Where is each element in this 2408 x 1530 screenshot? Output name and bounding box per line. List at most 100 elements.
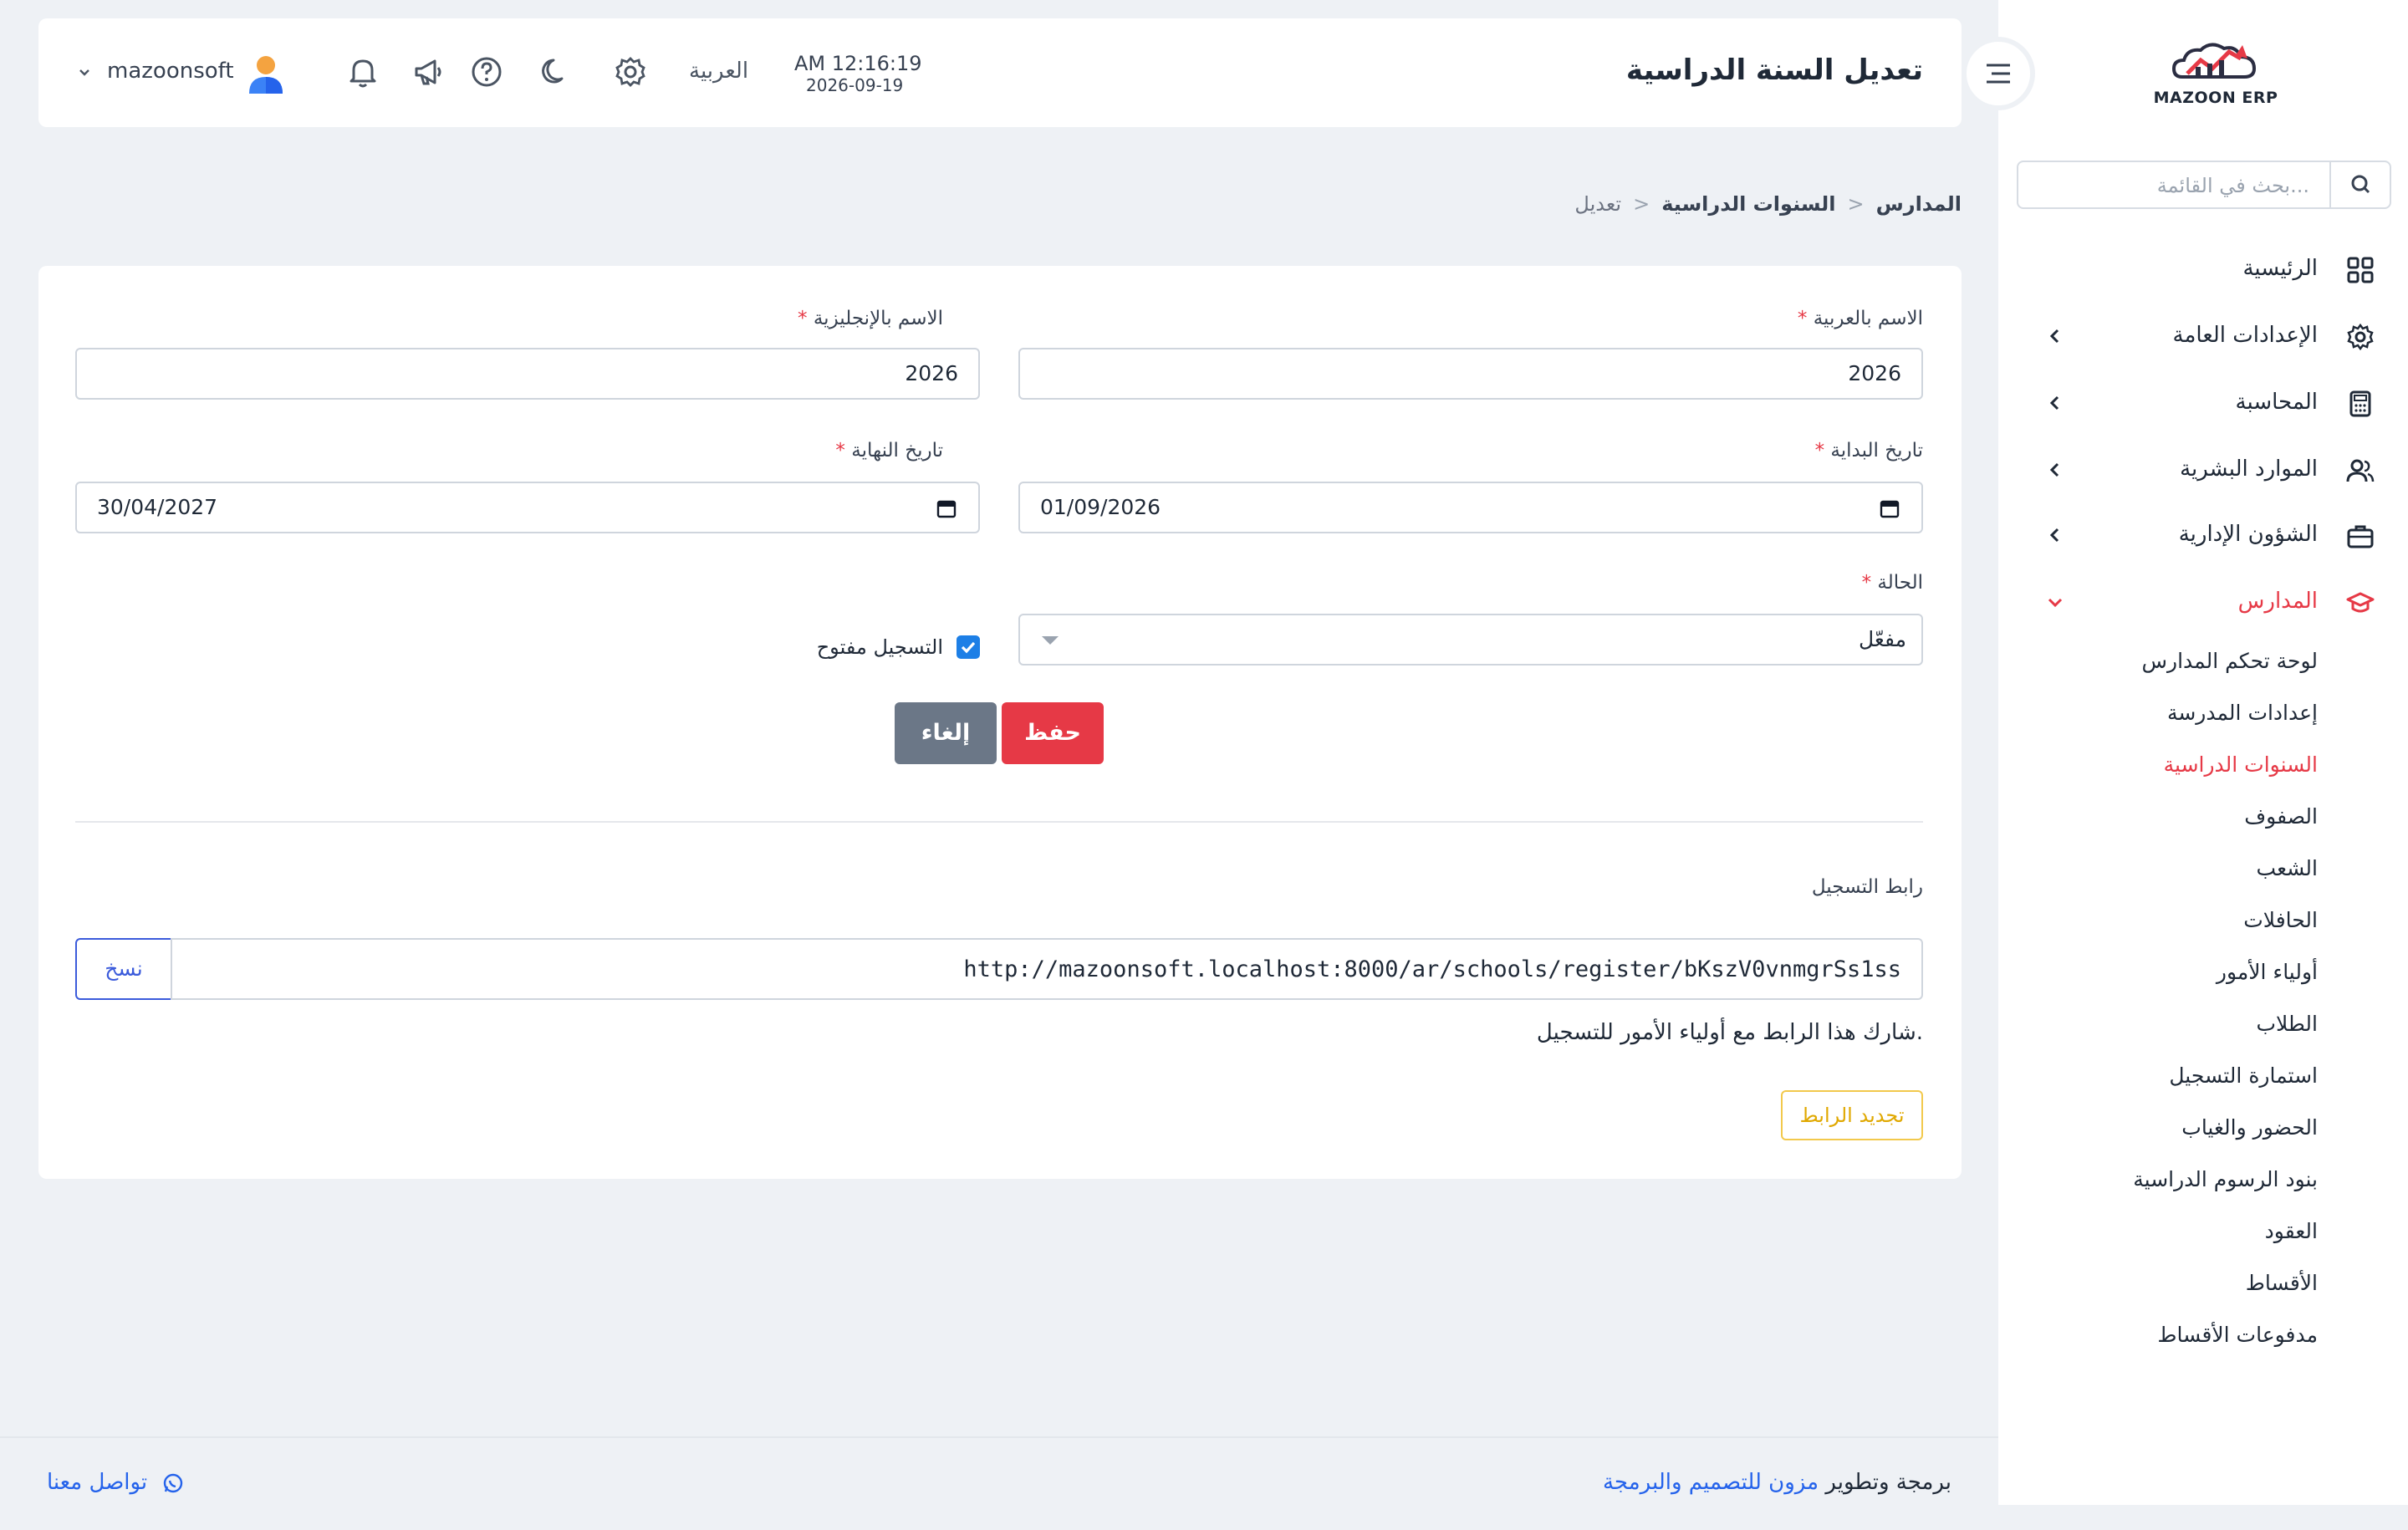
registration-open-checkbox[interactable] — [957, 635, 980, 659]
sidebar-subitem-guardians[interactable]: أولياء الأمور — [2217, 960, 2318, 984]
sidebar-item-label: الموارد البشرية — [2180, 456, 2318, 482]
graduation-cap-icon — [2346, 592, 2375, 613]
registration-link-label: رابط التسجيل — [1811, 876, 1923, 898]
contact-us-link[interactable]: تواصل معنا — [47, 1470, 184, 1495]
required-mark: * — [835, 440, 845, 462]
gear-icon[interactable] — [612, 54, 649, 90]
chevron-left-icon — [2049, 329, 2059, 344]
search-icon[interactable] — [2329, 162, 2390, 207]
megaphone-icon[interactable] — [410, 54, 446, 90]
logo-text: MAZOON ERP — [2153, 89, 2278, 107]
language-switcher[interactable]: العربية — [689, 59, 748, 84]
chevron-left-icon — [2049, 462, 2059, 477]
breadcrumb: المدارس < السنوات الدراسية < تعديل — [1574, 192, 1962, 216]
sidebar-subitem-grades[interactable]: الصفوف — [2244, 804, 2318, 829]
sidebar-subitem-attendance[interactable]: الحضور والغياب — [2181, 1115, 2318, 1140]
top-header: تعديل السنة الدراسية AM 12:16:19 2026-09… — [38, 18, 1962, 127]
end-date-label: تاريخ النهاية * — [835, 440, 943, 462]
sidebar-item-label: الرئيسية — [2242, 256, 2318, 281]
name-ar-value: 2026 — [1848, 361, 1901, 385]
name-en-label: الاسم بالإنجليزية * — [798, 308, 943, 329]
dropdown-arrow-icon — [1042, 636, 1059, 645]
sidebar-item-home[interactable]: الرئيسية — [1998, 244, 2408, 294]
name-en-input[interactable]: 2026 — [75, 348, 980, 400]
sidebar-search[interactable]: بحث في القائمة... — [2017, 161, 2391, 209]
briefcase-icon — [2347, 525, 2374, 548]
sidebar-subitem-buses[interactable]: الحافلات — [2243, 908, 2318, 932]
start-date-label: تاريخ البداية * — [1814, 440, 1923, 462]
sidebar-subitem-sections[interactable]: الشعب — [2257, 856, 2318, 880]
sidebar-subitem-students[interactable]: الطلاب — [2256, 1012, 2318, 1036]
breadcrumb-separator: < — [1633, 192, 1650, 216]
check-icon — [961, 641, 976, 654]
clock-date: 2026-09-19 — [806, 75, 904, 95]
whatsapp-icon — [164, 1473, 183, 1492]
page-title: تعديل السنة الدراسية — [1625, 54, 1923, 87]
sidebar-toggle-button[interactable] — [1962, 37, 2035, 110]
sidebar-subitem-academic-years[interactable]: السنوات الدراسية — [2164, 752, 2318, 777]
sidebar-item-label: المدارس — [2237, 589, 2318, 614]
sidebar-item-admin-affairs[interactable]: الشؤون الإدارية — [1998, 510, 2408, 560]
status-label: الحالة * — [1861, 572, 1923, 594]
menu-icon — [1987, 64, 2010, 84]
registration-open-label[interactable]: التسجيل مفتوح — [817, 635, 943, 659]
name-ar-label: الاسم بالعربية * — [1797, 308, 1923, 329]
renew-link-button[interactable]: تجديد الرابط — [1781, 1090, 1923, 1140]
sidebar-item-accounting[interactable]: المحاسبة — [1998, 378, 2408, 428]
edit-year-card: الاسم بالعربية * 2026 الاسم بالإنجليزية … — [38, 266, 1962, 1179]
gear-icon — [2347, 323, 2374, 351]
footer-credit: برمجة وتطوير مزون للتصميم والبرمجة — [1602, 1470, 1951, 1495]
chevron-down-icon[interactable] — [77, 65, 92, 80]
avatar[interactable] — [244, 52, 288, 95]
start-date-value: 01/09/2026 — [1040, 495, 1161, 519]
status-select[interactable]: مفعّل — [1018, 614, 1923, 666]
bell-icon[interactable] — [344, 54, 381, 90]
name-en-value: 2026 — [905, 361, 958, 385]
sidebar-subitem-installments[interactable]: الأقساط — [2246, 1271, 2318, 1295]
calendar-icon[interactable] — [936, 498, 957, 518]
sidebar: MAZOON ERP بحث في القائمة... الرئيسية ال… — [1998, 0, 2408, 1505]
copy-link-button[interactable]: نسخ — [75, 938, 172, 1000]
moon-icon[interactable] — [537, 54, 574, 90]
cancel-button[interactable]: إلغاء — [895, 702, 997, 764]
help-icon[interactable] — [468, 54, 505, 90]
sidebar-subitem-registration-form[interactable]: استمارة التسجيل — [2169, 1063, 2318, 1088]
sidebar-subitem-installment-payments[interactable]: مدفوعات الأقساط — [2157, 1323, 2318, 1347]
search-input[interactable]: بحث في القائمة... — [2157, 174, 2309, 197]
name-ar-input[interactable]: 2026 — [1018, 348, 1923, 400]
username[interactable]: mazoonsoft — [107, 59, 234, 84]
sidebar-subitem-schools-dashboard[interactable]: لوحة تحكم المدارس — [2142, 649, 2319, 673]
sidebar-item-schools[interactable]: المدارس — [1998, 577, 2408, 627]
contact-label: تواصل معنا — [47, 1470, 148, 1495]
required-mark: * — [1797, 308, 1808, 329]
sidebar-subitem-fee-items[interactable]: بنود الرسوم الدراسية — [2133, 1167, 2318, 1191]
status-value: مفعّل — [1858, 627, 1906, 651]
calendar-icon[interactable] — [1880, 498, 1900, 518]
sidebar-subitem-school-settings[interactable]: إعدادات المدرسة — [2167, 701, 2318, 725]
sidebar-item-label: الإعدادات العامة — [2172, 323, 2318, 348]
company-link[interactable]: مزون للتصميم والبرمجة — [1603, 1470, 1819, 1495]
footer: برمجة وتطوير مزون للتصميم والبرمجة تواصل… — [0, 1436, 1998, 1530]
chevron-left-icon — [2049, 395, 2059, 411]
sidebar-item-general-settings[interactable]: الإعدادات العامة — [1998, 311, 2408, 361]
registration-url: http://mazoonsoft.localhost:8000/ar/scho… — [963, 956, 1901, 982]
breadcrumb-schools[interactable]: المدارس — [1876, 192, 1962, 216]
chevron-left-icon — [2049, 528, 2059, 543]
sidebar-subitem-contracts[interactable]: العقود — [2265, 1219, 2318, 1243]
registration-link-field[interactable]: http://mazoonsoft.localhost:8000/ar/scho… — [171, 938, 1923, 1000]
divider — [75, 821, 1923, 823]
sidebar-item-hr[interactable]: الموارد البشرية — [1998, 445, 2408, 495]
required-mark: * — [1814, 440, 1825, 462]
logo[interactable]: MAZOON ERP — [2149, 33, 2283, 117]
breadcrumb-edit: تعديل — [1574, 192, 1622, 216]
end-date-input[interactable]: 30/04/2027 — [75, 482, 980, 533]
breadcrumb-separator: < — [1847, 192, 1865, 216]
logo-graphic-icon — [2171, 43, 2257, 79]
start-date-input[interactable]: 01/09/2026 — [1018, 482, 1923, 533]
chevron-down-icon — [2048, 598, 2063, 608]
share-note: شارك هذا الرابط مع أولياء الأمور للتسجيل… — [1536, 1020, 1923, 1045]
users-icon — [2346, 459, 2375, 482]
grid-icon — [2347, 257, 2374, 283]
save-button[interactable]: حفظ — [1002, 702, 1104, 764]
breadcrumb-academic-years[interactable]: السنوات الدراسية — [1661, 192, 1835, 216]
